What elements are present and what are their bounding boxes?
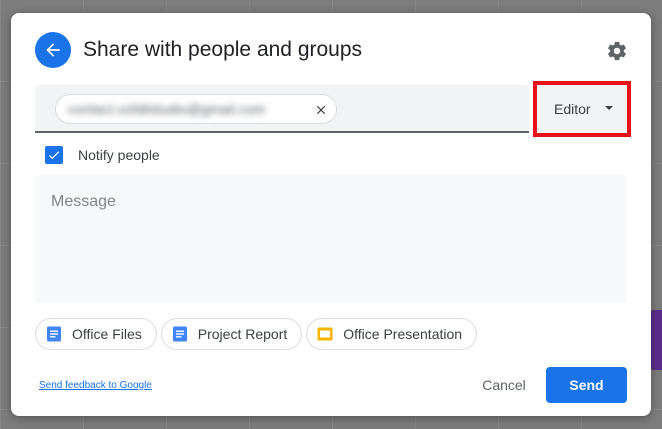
google-slides-icon: [317, 327, 333, 341]
settings-button[interactable]: [605, 39, 629, 63]
gear-icon: [608, 41, 626, 61]
file-chip-office-presentation[interactable]: Office Presentation: [306, 318, 478, 350]
notify-people-checkbox[interactable]: Notify people: [45, 145, 160, 165]
file-chip-office-files[interactable]: Office Files: [35, 318, 157, 350]
arrow-back-icon: [46, 43, 60, 57]
caret-down-icon: [605, 106, 613, 110]
file-chip-label: Office Presentation: [343, 326, 463, 342]
role-dropdown-label: Editor: [554, 101, 591, 117]
recipient-email: contact.vofdilstudio@gmail.com: [68, 101, 266, 117]
role-dropdown[interactable]: Editor: [537, 85, 627, 133]
checkbox-checked-icon: [45, 146, 63, 164]
background-accent-block: [650, 310, 662, 370]
shared-files-list: Office Files Project Report Office Prese…: [35, 318, 478, 350]
recipient-input[interactable]: contact.vofdilstudio@gmail.com: [35, 85, 529, 133]
close-icon: [316, 105, 326, 115]
back-button[interactable]: [35, 32, 71, 68]
role-highlight: Editor: [533, 81, 631, 137]
file-chip-label: Office Files: [72, 326, 142, 342]
file-chip-project-report[interactable]: Project Report: [160, 318, 303, 350]
send-feedback-link[interactable]: Send feedback to Google: [39, 380, 152, 391]
remove-recipient-button[interactable]: [312, 101, 330, 119]
google-docs-icon: [47, 326, 61, 342]
google-docs-icon: [172, 326, 187, 342]
recipient-chip[interactable]: contact.vofdilstudio@gmail.com: [55, 94, 337, 124]
dialog-title: Share with people and groups: [83, 38, 363, 61]
file-chip-label: Project Report: [197, 326, 288, 342]
send-button[interactable]: Send: [546, 367, 627, 403]
share-dialog: Share with people and groups contact.vof…: [11, 13, 651, 416]
message-textarea[interactable]: [35, 175, 627, 303]
notify-people-label: Notify people: [78, 147, 160, 163]
cancel-button[interactable]: Cancel: [469, 367, 539, 403]
